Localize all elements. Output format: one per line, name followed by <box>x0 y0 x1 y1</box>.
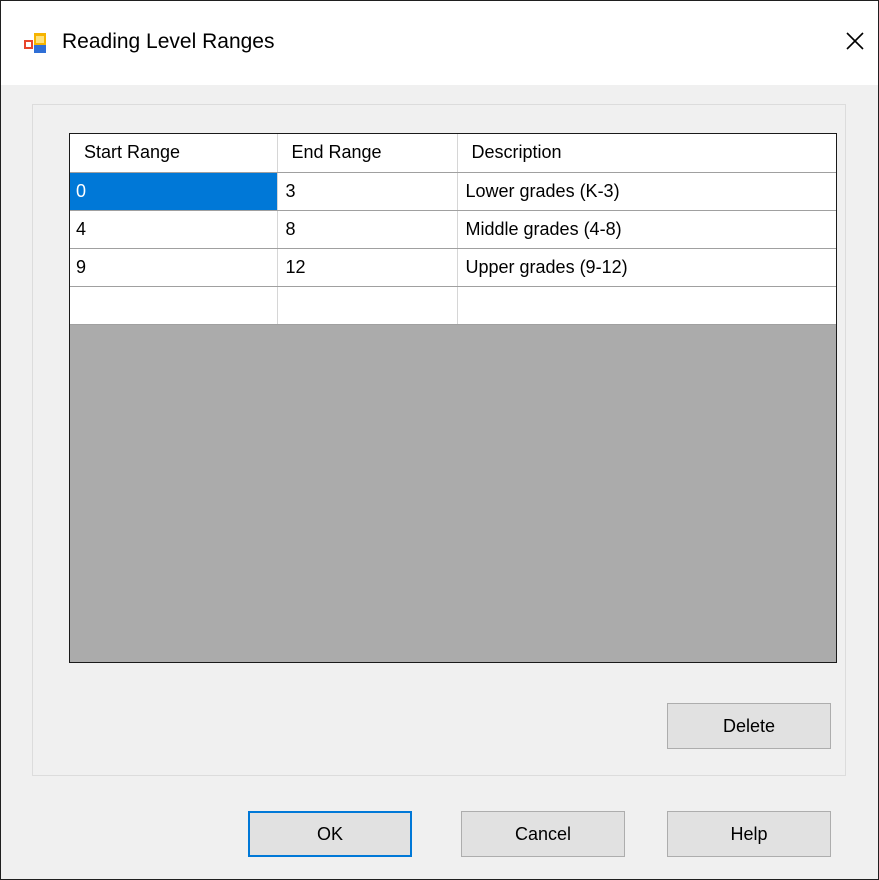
column-header-start-range[interactable]: Start Range <box>70 134 278 173</box>
ranges-data-grid[interactable]: Start Range End Range Description 0 3 Lo… <box>69 133 837 663</box>
table-row[interactable]: 0 3 Lower grades (K-3) <box>70 172 836 211</box>
cell-end-range[interactable]: 12 <box>277 248 458 287</box>
close-button[interactable] <box>833 21 877 65</box>
ranges-table: Start Range End Range Description 0 3 Lo… <box>70 134 836 325</box>
column-header-description[interactable]: Description <box>457 134 836 173</box>
ok-button[interactable]: OK <box>248 811 412 857</box>
window-title: Reading Level Ranges <box>62 30 275 53</box>
new-row[interactable] <box>70 286 836 325</box>
cell-description[interactable]: Upper grades (9-12) <box>457 248 836 287</box>
column-header-end-range[interactable]: End Range <box>277 134 458 173</box>
app-window-icon <box>23 32 47 54</box>
cell-start-range[interactable]: 9 <box>70 248 278 287</box>
cell-start-range[interactable]: 0 <box>70 172 278 211</box>
close-icon <box>845 31 865 56</box>
help-button[interactable]: Help <box>667 811 831 857</box>
dialog-window: Reading Level Ranges Start Range End Ran… <box>0 0 879 880</box>
cell-end-range[interactable]: 3 <box>277 172 458 211</box>
cell-description[interactable]: Lower grades (K-3) <box>457 172 836 211</box>
cell-end-range[interactable] <box>277 286 458 325</box>
cell-start-range[interactable]: 4 <box>70 210 278 249</box>
table-row[interactable]: 4 8 Middle grades (4-8) <box>70 210 836 249</box>
cancel-button[interactable]: Cancel <box>461 811 625 857</box>
delete-button[interactable]: Delete <box>667 703 831 749</box>
cell-start-range[interactable] <box>70 286 278 325</box>
grid-header-row: Start Range End Range Description <box>70 134 836 173</box>
cell-description[interactable]: Middle grades (4-8) <box>457 210 836 249</box>
cell-end-range[interactable]: 8 <box>277 210 458 249</box>
cell-description[interactable] <box>457 286 836 325</box>
title-bar[interactable]: Reading Level Ranges <box>1 1 878 85</box>
table-row[interactable]: 9 12 Upper grades (9-12) <box>70 248 836 287</box>
